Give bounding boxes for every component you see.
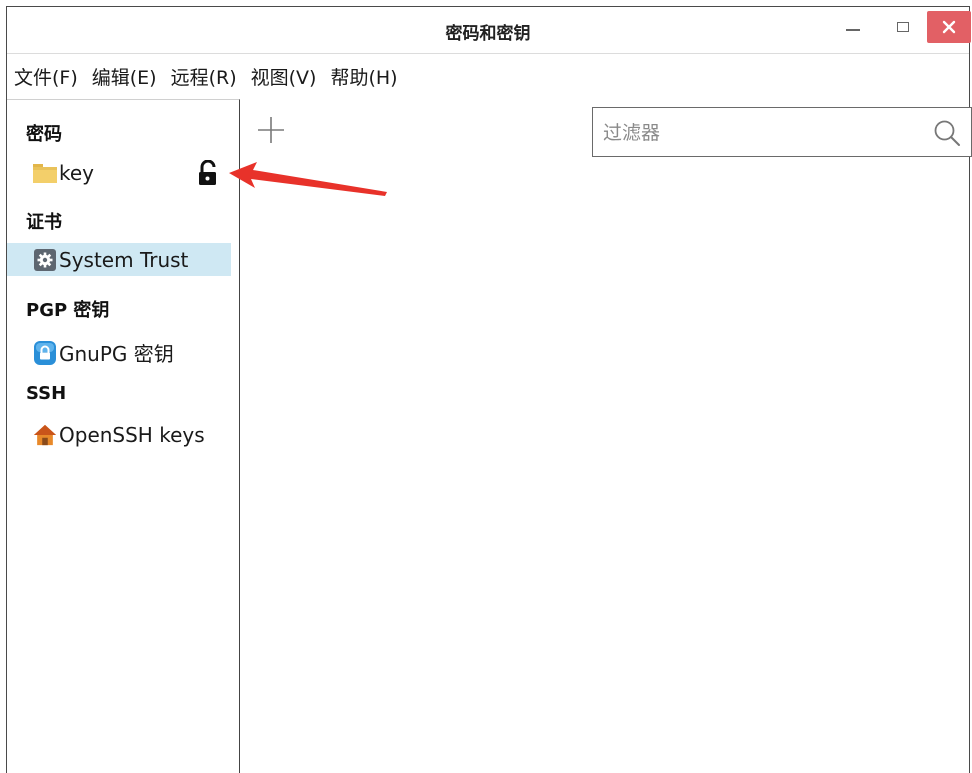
plus-icon <box>258 117 284 143</box>
app-window: 密码和密钥 文件(F) 编辑(E) 远程(R) 视图(V) 帮助(H) 密码 k… <box>6 6 972 773</box>
maximize-button[interactable] <box>883 11 923 43</box>
minimize-button[interactable] <box>833 11 873 43</box>
menu-file[interactable]: 文件(F) <box>7 63 85 90</box>
folder-icon <box>33 162 57 184</box>
title-bar: 密码和密钥 <box>7 7 971 54</box>
menu-edit[interactable]: 编辑(E) <box>85 63 164 90</box>
window-title: 密码和密钥 <box>445 24 531 44</box>
home-icon <box>33 424 57 446</box>
minimize-icon <box>846 29 860 31</box>
sidebar-item-system-trust[interactable]: System Trust <box>7 243 231 276</box>
sidebar-item-openssh[interactable]: OpenSSH keys <box>7 418 231 451</box>
add-button[interactable] <box>254 113 288 147</box>
menu-bar: 文件(F) 编辑(E) 远程(R) 视图(V) 帮助(H) <box>7 54 969 99</box>
section-passwords: 密码 <box>26 124 62 145</box>
filter-input[interactable] <box>601 108 925 158</box>
sidebar-item-label: GnuPG 密钥 <box>59 342 174 366</box>
sidebar: 密码 key 证书 System Trust PGP 密钥 GnuPG 密钥 S… <box>7 99 240 773</box>
sidebar-item-label: OpenSSH keys <box>59 422 205 447</box>
maximize-icon <box>897 22 909 32</box>
gear-icon <box>33 248 57 271</box>
main-content <box>240 99 972 773</box>
sidebar-item-label: key <box>59 160 95 185</box>
sidebar-item-gnupg[interactable]: GnuPG 密钥 <box>7 336 231 369</box>
menu-help[interactable]: 帮助(H) <box>323 63 404 90</box>
filter-box <box>592 107 972 158</box>
menu-remote[interactable]: 远程(R) <box>164 63 244 90</box>
menu-view[interactable]: 视图(V) <box>244 63 324 90</box>
sidebar-item-key[interactable]: key <box>7 156 231 189</box>
close-button[interactable] <box>927 11 971 43</box>
search-icon[interactable] <box>933 119 961 147</box>
unlocked-padlock-icon[interactable] <box>197 159 219 186</box>
sidebar-item-label: System Trust <box>59 247 189 272</box>
gnupg-keyring-icon <box>33 340 57 365</box>
section-pgp-keys: PGP 密钥 <box>26 300 110 321</box>
section-certificates: 证书 <box>26 212 62 233</box>
section-ssh: SSH <box>26 383 67 404</box>
close-icon <box>942 20 956 34</box>
